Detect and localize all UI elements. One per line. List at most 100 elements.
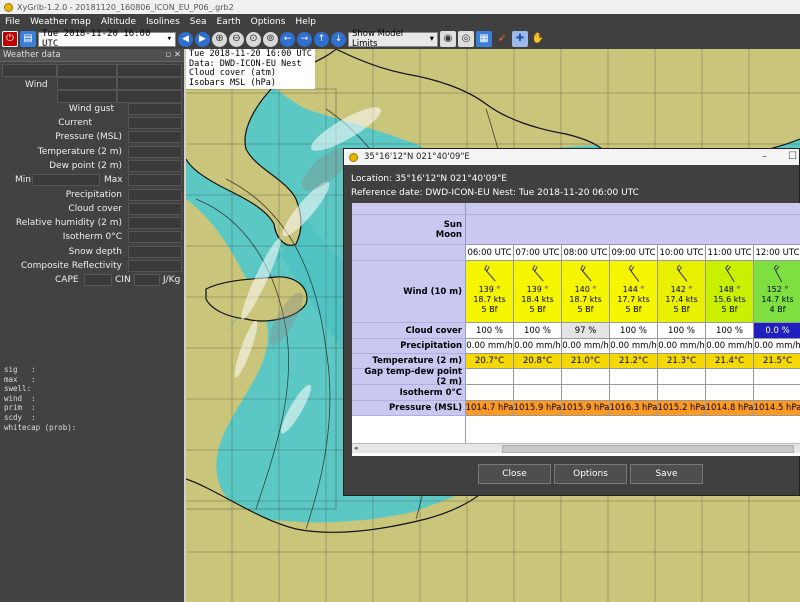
scrollbar-thumb[interactable]: [502, 445, 794, 453]
meteotable-dialog: 35°16'12"N 021°40'09"E – ☐ Location: 35°…: [343, 148, 800, 496]
wind-cell: 142 ° 17.4 kts 5 Bf: [658, 261, 706, 323]
precip-cell: 0.00 mm/h: [706, 339, 754, 354]
precipitation-value: [128, 189, 182, 201]
hand-icon[interactable]: ✋: [530, 31, 546, 47]
menu-isolines[interactable]: Isolines: [141, 17, 185, 27]
menu-help[interactable]: Help: [290, 17, 321, 27]
wind-bf: 5 Bf: [481, 305, 498, 314]
reflectivity-value: [128, 260, 182, 272]
cape-label: CAPE: [55, 275, 79, 285]
pressure-cell: 1016.3 hPa: [610, 401, 658, 416]
globe-settings-icon[interactable]: ◎: [458, 31, 474, 47]
precipitation-label: Precipitation: [65, 190, 122, 200]
zoom-all-icon[interactable]: ⊚: [263, 31, 278, 47]
pressure-cell: 1015.2 hPa: [658, 401, 706, 416]
pan-down-icon[interactable]: ↓: [331, 31, 346, 47]
pan-right-icon[interactable]: →: [297, 31, 312, 47]
save-button[interactable]: Save: [630, 464, 703, 484]
minimize-icon[interactable]: –: [762, 151, 767, 162]
time-cell: 06:00 UTC: [466, 245, 514, 261]
menu-sea[interactable]: Sea: [185, 17, 212, 27]
zoom-in-icon[interactable]: ⊕: [212, 31, 227, 47]
crosshair-icon[interactable]: ✚: [512, 31, 528, 47]
rocket-icon[interactable]: ➶: [494, 31, 510, 47]
cin-label: CIN: [115, 275, 131, 285]
dialog-title: 35°16'12"N 021°40'09"E: [364, 152, 470, 162]
blank-cell: [57, 64, 117, 77]
map-info-isobars: Isobars MSL (hPa): [189, 77, 276, 88]
moon-label: Moon: [435, 229, 462, 240]
temp-cell: 21.3°C: [658, 354, 706, 369]
menu-weather-map[interactable]: Weather map: [25, 17, 96, 27]
temp-cell: 21.0°C: [562, 354, 610, 369]
precip-cell: 0.00 mm/h: [514, 339, 562, 354]
isotherm-cell: [658, 385, 706, 401]
reference-date-text: Reference date: DWD-ICON-EU Nest: Tue 20…: [351, 188, 639, 198]
pan-up-icon[interactable]: ↑: [314, 31, 329, 47]
location-text: Location: 35°16'12"N 021°40'09"E: [351, 174, 507, 184]
pressure-label: Pressure (MSL): [55, 132, 122, 142]
open-file-icon[interactable]: ▤: [20, 31, 36, 47]
min-value: [32, 174, 100, 186]
pressure-cell: 1015.9 hPa: [514, 401, 562, 416]
temp-cell: 21.2°C: [610, 354, 658, 369]
wind-barb-icon: [579, 265, 592, 282]
menu-altitude[interactable]: Altitude: [96, 17, 141, 27]
next-date-icon[interactable]: ▶: [195, 31, 210, 47]
menu-options[interactable]: Options: [246, 17, 291, 27]
isotherm-cell: [514, 385, 562, 401]
chevron-down-icon: ▾: [429, 34, 434, 44]
zoom-out-icon[interactable]: ⊖: [229, 31, 244, 47]
cloud-cell: 97 %: [562, 323, 610, 339]
panel-title-text: Weather data: [3, 50, 61, 60]
wind-speed: 18.4 kts: [521, 295, 554, 304]
precip-header: Precipitation: [352, 339, 466, 354]
wind-bf: 5 Bf: [625, 305, 642, 314]
model-limits-select[interactable]: Show Model Limits ▾: [348, 29, 438, 49]
sun-moon-header: Sun Moon: [352, 215, 466, 245]
cape-value: [84, 274, 112, 286]
gap-cell: [658, 369, 706, 385]
table-row: Gap temp-dew point (2 m): [352, 367, 800, 387]
app-icon: [349, 152, 358, 162]
power-icon[interactable]: ⏻: [2, 31, 18, 47]
pressure-cell: 1014.5 hPa: [754, 401, 800, 416]
row-header: [352, 245, 466, 261]
date-select[interactable]: Tue 2018-11-20 16:00 UTC ▾: [38, 29, 176, 49]
gap-cell: [610, 369, 658, 385]
prev-date-icon[interactable]: ◀: [178, 31, 193, 47]
table-row: Pressure (MSL) 1014.7 hPa 1015.9 hPa 1015.…: [352, 401, 800, 416]
blank-cell: [117, 64, 182, 77]
pan-left-icon[interactable]: ←: [280, 31, 295, 47]
isotherm-label: Isotherm 0°C: [62, 232, 122, 242]
options-button[interactable]: Options: [554, 464, 627, 484]
wind-dir: 144 °: [622, 285, 645, 294]
table-row: Precipitation 0.00 mm/h 0.00 mm/h 0.00 mm/…: [352, 339, 800, 354]
wind-cell: 140 ° 18.7 kts 5 Bf: [562, 261, 610, 323]
cloud-cell: 0.0 %: [754, 323, 800, 339]
globe-download-icon[interactable]: ◉: [440, 31, 456, 47]
meteotable-icon[interactable]: ▦: [476, 31, 492, 47]
jkg-label: J/Kg: [163, 275, 181, 285]
menu-earth[interactable]: Earth: [212, 17, 246, 27]
wind-barb-icon: [724, 265, 735, 283]
gap-cell: [514, 369, 562, 385]
wind-gust-label: Wind gust: [68, 104, 114, 114]
close-button[interactable]: Close: [478, 464, 551, 484]
humidity-value: [128, 217, 182, 229]
humidity-label: Relative humidity (2 m): [15, 218, 122, 228]
current-value: [128, 117, 182, 129]
pressure-header: Pressure (MSL): [352, 401, 466, 416]
zoom-fit-icon[interactable]: ⊙: [246, 31, 261, 47]
wind-barb-icon: [483, 265, 496, 282]
wind-cell: 139 ° 18.7 kts 5 Bf: [466, 261, 514, 323]
table-scrollbar[interactable]: ◂: [352, 443, 800, 453]
panel-title: Weather data ▫ ✕: [0, 49, 184, 62]
scroll-left-icon[interactable]: ◂: [354, 444, 358, 452]
wind-cell: 148 ° 15.6 kts 5 Bf: [706, 261, 754, 323]
maximize-icon[interactable]: ☐: [788, 151, 797, 162]
time-cell: 10:00 UTC: [658, 245, 706, 261]
menu-file[interactable]: File: [0, 17, 25, 27]
wind-dir: 152 °: [766, 285, 789, 294]
float-close-icons[interactable]: ▫ ✕: [165, 50, 181, 60]
